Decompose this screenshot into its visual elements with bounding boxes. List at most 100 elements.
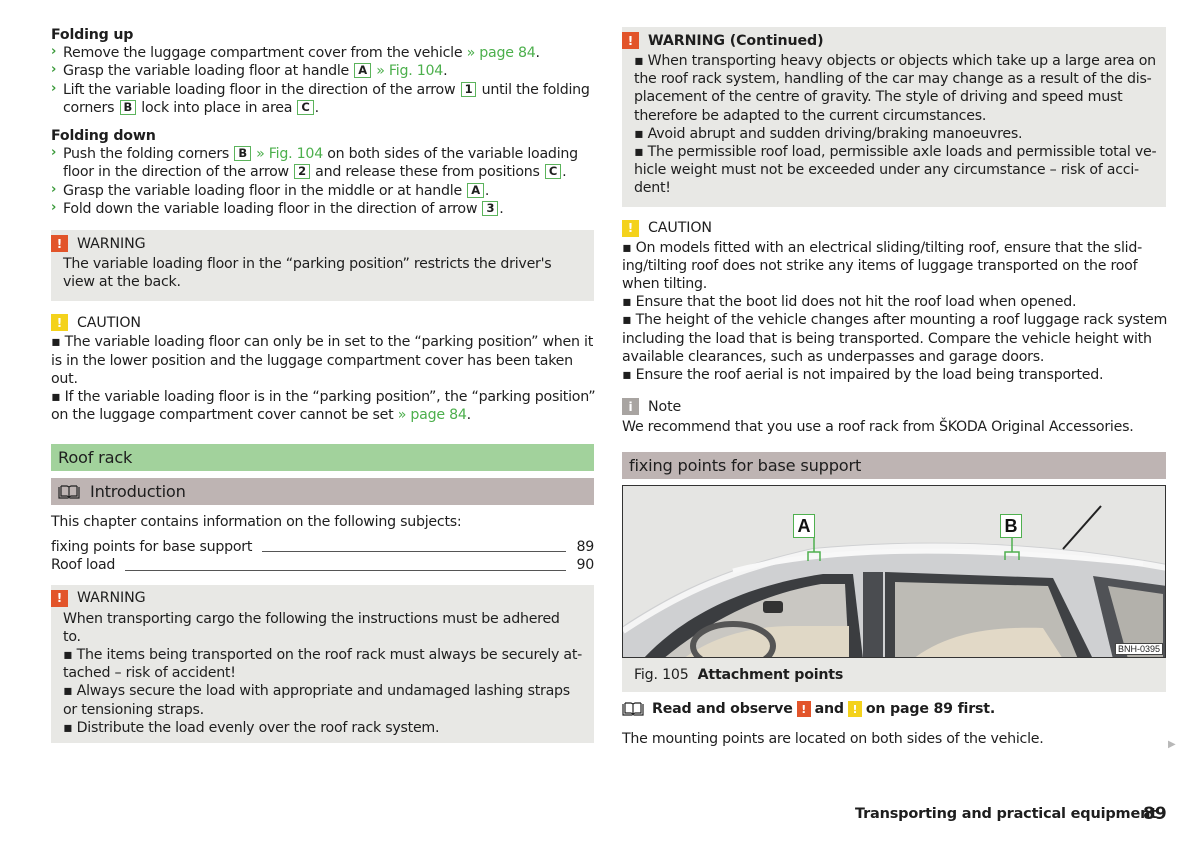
step-text: . <box>535 45 541 62</box>
warning-line: When transporting cargo the following th… <box>63 610 560 627</box>
warning-label: WARNING <box>77 590 146 607</box>
caution-line: on the luggage compartment cover cannot … <box>51 406 594 424</box>
section-title-roof-rack: Roof rack <box>51 444 594 472</box>
folding-up-steps: › Remove the luggage compartment cover fr… <box>51 44 594 117</box>
warning-header: ! WARNING <box>51 589 582 608</box>
callout-a: A <box>793 514 815 539</box>
warning-line: ▪ Always secure the load with appropriat… <box>63 683 570 700</box>
cross-reference-link[interactable]: » Fig. 104 <box>376 63 443 79</box>
warning-line: tached – risk of accident! <box>63 665 236 682</box>
warning-line: the roof rack system, handling of the ca… <box>634 71 1152 88</box>
read-and-observe: Read and observe ! and ! on page 89 firs… <box>622 701 1166 718</box>
info-icon: i <box>622 398 639 416</box>
caution-line: ing/tilting roof does not strike any ite… <box>622 257 1138 274</box>
step-text: . <box>443 63 448 80</box>
key-label: C <box>544 164 562 180</box>
warning-line: ▪ When transporting heavy objects or obj… <box>634 53 1156 69</box>
toc-page[interactable]: 89 <box>576 538 594 557</box>
caution-line: ▪ Ensure that the boot lid does not hit … <box>622 294 1077 311</box>
read-mid: and <box>814 701 844 718</box>
toc-label[interactable]: fixing points for base support <box>51 538 252 557</box>
instruction-step: › Push the folding corners B » Fig. 104 o… <box>51 145 594 181</box>
key-label: B <box>234 146 251 162</box>
mounting-points-text: The mounting points are located on both … <box>622 731 1044 748</box>
warning-line: therefore be adapted to the current circ… <box>634 107 987 124</box>
introduction-title: Introduction <box>90 482 186 502</box>
warning-icon: ! <box>51 589 68 607</box>
instruction-step: › Fold down the variable loading floor in… <box>51 200 594 218</box>
cross-reference-link[interactable]: » Fig. 104 <box>256 146 323 162</box>
key-label: 1 <box>460 81 477 97</box>
toc-leader <box>125 569 567 571</box>
caution-header: ! CAUTION <box>622 219 1166 238</box>
toc-list: fixing points for base support 89 Roof l… <box>51 538 594 575</box>
chevron-right-icon: › <box>51 44 57 60</box>
warning-box-parking: ! WARNING The variable loading floor in … <box>51 230 594 302</box>
step-line: Grasp the variable loading floor at hand… <box>63 62 594 80</box>
warning-label: WARNING (Continued) <box>648 32 824 49</box>
key-label: 3 <box>482 200 499 216</box>
book-icon <box>58 485 80 499</box>
toc-row[interactable]: Roof load 90 <box>51 556 594 575</box>
caution-line: when tilting. <box>622 276 708 293</box>
toc-page[interactable]: 90 <box>576 556 594 575</box>
folding-down-heading: Folding down <box>51 128 156 145</box>
warning-header: ! WARNING (Continued) <box>622 31 1154 50</box>
caution-block-roof: ! CAUTION ▪ On models fitted with an ele… <box>622 219 1167 385</box>
warning-icon: ! <box>796 701 811 718</box>
warning-line: placement of the centre of gravity. The … <box>634 89 1123 106</box>
warning-line: to. <box>63 628 81 645</box>
chevron-right-icon: › <box>51 145 57 161</box>
warning-icon: ! <box>51 235 68 253</box>
book-icon <box>622 702 644 717</box>
step-line: Fold down the variable loading floor in … <box>63 200 594 218</box>
intro-text: This chapter contains information on the… <box>51 514 462 531</box>
figure-title: Attachment points <box>697 667 844 684</box>
caution-icon: ! <box>847 701 862 718</box>
caution-line: ▪ The variable loading floor can only be… <box>51 334 594 351</box>
warning-line: ▪ The permissible roof load, permissible… <box>634 144 1157 161</box>
caution-line: is in the lower position and the luggage… <box>51 352 573 369</box>
chevron-right-icon: › <box>51 181 57 197</box>
footer-page-number: 89 <box>1143 804 1167 824</box>
step-line: Push the folding corners B » Fig. 104 on… <box>63 145 594 163</box>
step-line: Remove the luggage compartment cover fro… <box>63 44 594 62</box>
caution-line: including the load that is being transpo… <box>622 330 1152 347</box>
warning-line: The variable loading floor in the “parki… <box>63 256 552 273</box>
figure-caption: Fig. 105 Attachment points <box>622 658 1166 693</box>
instruction-step: › Grasp the variable loading floor in the… <box>51 182 594 200</box>
page-link[interactable]: » page 84 <box>398 407 467 423</box>
warning-box-roof-rack: ! WARNING When transporting cargo the fo… <box>51 584 594 744</box>
warning-line: ▪ The items being transported on the roo… <box>63 647 583 664</box>
callout-b: B <box>1000 514 1022 539</box>
step-text: lock into place in area <box>137 99 297 116</box>
step-text: floor in the direction of the arrow <box>63 164 294 181</box>
warning-continued-box: ! WARNING (Continued) ▪ When transportin… <box>622 27 1166 207</box>
continue-arrow-icon: ▶ <box>1168 739 1176 750</box>
warning-line: ▪ Distribute the load evenly over the ro… <box>63 719 440 736</box>
left-column: Folding up › Remove the luggage compartme… <box>51 26 596 744</box>
caution-label: CAUTION <box>648 220 712 237</box>
step-text: Lift the variable loading floor in the d… <box>63 81 460 98</box>
step-line: corners B lock into place in area C. <box>63 99 594 117</box>
toc-row[interactable]: fixing points for base support 89 <box>51 538 594 557</box>
footer-chapter-title: Transporting and practical equipment <box>855 806 1157 822</box>
chevron-right-icon: › <box>51 62 57 78</box>
cross-reference-link[interactable]: » page 84 <box>467 45 536 61</box>
key-label: A <box>467 182 484 198</box>
step-line: floor in the direction of the arrow 2 an… <box>63 163 594 181</box>
chevron-right-icon: › <box>51 199 57 215</box>
step-text: Fold down the variable loading floor in … <box>63 200 482 217</box>
note-text: We recommend that you use a roof rack fr… <box>622 419 1134 436</box>
caution-line: ▪ On models fitted with an electrical sl… <box>622 239 1142 256</box>
warning-header: ! WARNING <box>51 234 582 253</box>
warning-line: ▪ Avoid abrupt and sudden driving/brakin… <box>634 125 1023 142</box>
section-title-fixing-points: fixing points for base support <box>622 452 1166 480</box>
caution-line: out. <box>51 370 78 387</box>
caution-header: ! CAUTION <box>51 313 594 332</box>
toc-label[interactable]: Roof load <box>51 556 115 575</box>
warning-line: or tensioning straps. <box>63 701 204 718</box>
car-roof-illustration <box>623 486 1165 658</box>
warning-icon: ! <box>622 32 639 49</box>
period: . <box>466 407 472 424</box>
